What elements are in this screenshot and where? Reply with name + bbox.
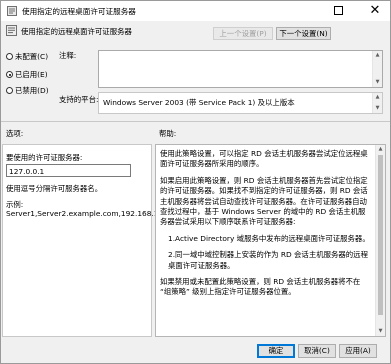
policy-settings-icon (7, 6, 17, 16)
scroll-down-arrow-icon[interactable]: ▼ (374, 79, 381, 86)
title-bar: 使用指定的远程桌面许可证服务器 ✕ (1, 1, 390, 21)
policy-settings-icon (6, 25, 17, 36)
help-paragraph: 使用此策略设置，可以指定 RD 会话主机服务器尝试定位远程桌面许可证服务器所采用… (160, 149, 368, 169)
help-text: 使用此策略设置，可以指定 RD 会话主机服务器尝试定位远程桌面许可证服务器所采用… (160, 149, 372, 304)
scroll-up-arrow-icon[interactable]: ▲ (377, 146, 384, 153)
scroll-up-arrow-icon[interactable]: ▲ (374, 94, 381, 101)
previous-setting-button[interactable]: 上一个设置(P) (213, 27, 273, 40)
scroll-thumb[interactable] (378, 155, 383, 315)
ok-button[interactable]: 确定 (257, 344, 295, 358)
scroll-down-arrow-icon[interactable]: ▼ (377, 328, 384, 335)
radio-not-configured[interactable]: 未配置(C) (6, 51, 48, 62)
scroll-down-arrow-icon[interactable]: ▼ (374, 105, 381, 112)
supported-platform-label: 支持的平台: (59, 95, 99, 104)
radio-circle (6, 87, 13, 94)
close-button[interactable]: ✕ (365, 2, 385, 20)
example-text: Server1,Server2.example.com,192.168.1.1 (6, 209, 166, 218)
options-header: 选项: (6, 129, 24, 138)
hint-text: 使用逗号分隔许可服务器名。 (6, 184, 103, 193)
license-server-input[interactable]: 127.0.0.1 (6, 164, 131, 177)
help-paragraph: 如果启用此策略设置，则 RD 会话主机服务器首先尝试定位指定的许可证服务器。如果… (160, 175, 368, 227)
platform-scrollbar[interactable]: ▲ ▼ (372, 93, 382, 113)
apply-button[interactable]: 应用(A) (339, 344, 377, 358)
policy-dialog: 使用指定的远程桌面许可证服务器 ✕ 使用指定的远程桌面许可证服务器 上一个设置(… (0, 0, 391, 364)
help-header: 帮助: (159, 129, 177, 138)
radio-circle (6, 53, 13, 60)
server-label: 要使用的许可证服务器: (6, 153, 83, 162)
policy-header: 使用指定的远程桌面许可证服务器 上一个设置(P) 下一个设置(N) (1, 22, 390, 44)
cancel-button[interactable]: 取消(C) (298, 344, 336, 358)
radio-disabled[interactable]: 已禁用(D) (6, 85, 49, 96)
policy-title: 使用指定的远程桌面许可证服务器 (21, 27, 132, 36)
options-panel: 要使用的许可证服务器: 127.0.0.1 使用逗号分隔许可服务器名。 示例: … (2, 144, 166, 337)
next-setting-button[interactable]: 下一个设置(N) (276, 27, 331, 40)
help-paragraph: 如果禁用或未配置此策略设置，则 RD 会话主机服务器将不在 “组策略” 级别上指… (160, 277, 361, 297)
window-title: 使用指定的远程桌面许可证服务器 (22, 7, 136, 16)
maximize-button[interactable] (334, 6, 343, 15)
comment-scrollbar[interactable]: ▲ ▼ (372, 51, 382, 87)
comment-textarea[interactable]: ▲ ▼ (98, 50, 383, 88)
scroll-up-arrow-icon[interactable]: ▲ (374, 52, 381, 59)
help-scrollbar[interactable]: ▲ ▼ (375, 145, 385, 336)
supported-platform-field: Windows Server 2003 (带 Service Pack 1) 及… (98, 92, 383, 114)
help-paragraph: 1.Active Directory 域服务中发布的远程桌面许可证服务器。 (168, 233, 370, 243)
divider (1, 121, 390, 122)
radio-enabled[interactable]: 已启用(E) (6, 69, 48, 80)
comment-label: 注释: (59, 51, 77, 60)
help-paragraph: 2.同一域中域控制器上安装的作为 RD 会话主机服务器的远程桌面许可证服务器。 (168, 250, 368, 270)
radio-circle-selected (6, 71, 13, 78)
help-panel: 使用此策略设置，可以指定 RD 会话主机服务器尝试定位远程桌面许可证服务器所采用… (155, 144, 386, 337)
